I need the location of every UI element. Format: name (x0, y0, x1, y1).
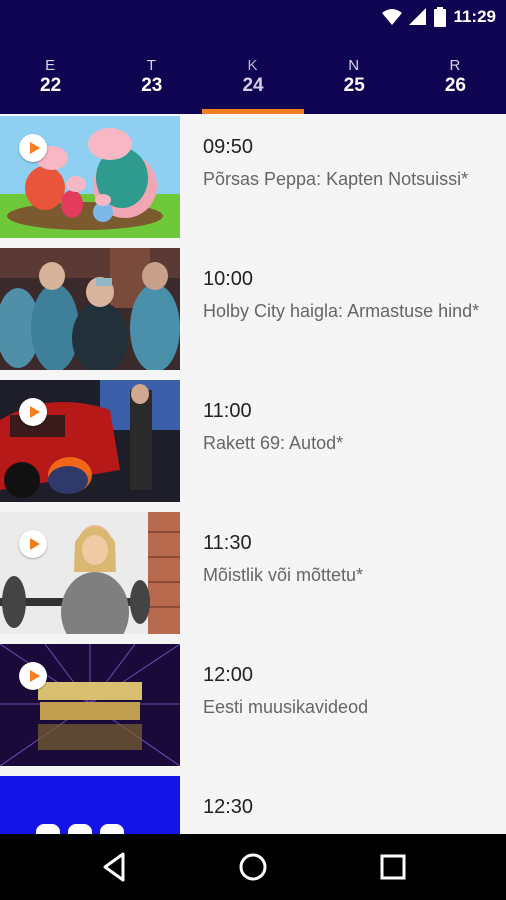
day-letter: N (348, 57, 361, 74)
program-list[interactable]: 09:50 Põrsas Peppa: Kapten Notsuissi* 10… (0, 114, 506, 834)
program-time: 12:00 (203, 664, 254, 686)
signal-icon (409, 8, 427, 25)
day-letter: E (45, 57, 57, 74)
back-icon[interactable] (97, 850, 131, 884)
status-icons: 11:29 (382, 7, 496, 27)
day-number: 22 (40, 75, 62, 96)
day-tab-k-selected[interactable]: K 24 (202, 36, 304, 114)
program-title: Holby City haigla: Armastuse hind* (203, 301, 480, 321)
day-number: 23 (141, 75, 163, 96)
program-title: Rakett 69: Autod* (203, 433, 344, 453)
status-bar: 11:29 (0, 0, 506, 36)
program-time: 11:30 (203, 532, 252, 554)
day-tab-n[interactable]: N 25 (304, 36, 405, 114)
day-letter: T (146, 57, 157, 74)
program-title: Põrsas Peppa: Kapten Notsuissi* (203, 169, 469, 189)
day-tab-e[interactable]: E 22 (0, 36, 101, 114)
program-title: Mõistlik või mõttetu* (203, 565, 364, 585)
day-letter: K (247, 57, 259, 74)
day-letter: R (449, 57, 462, 74)
program-thumbnail[interactable] (0, 512, 180, 634)
program-row[interactable]: 12:30 (0, 774, 506, 834)
program-row[interactable]: 10:00 Holby City haigla: Armastuse hind* (0, 246, 506, 378)
program-row[interactable]: 11:00 Rakett 69: Autod* (0, 378, 506, 510)
day-tab-r[interactable]: R 26 (405, 36, 506, 114)
recents-icon[interactable] (376, 850, 410, 884)
program-title: Eesti muusikavideod (203, 697, 369, 717)
battery-icon (434, 7, 447, 27)
program-thumbnail[interactable] (0, 116, 180, 238)
day-number: 25 (343, 75, 365, 96)
day-selector: E 22 T 23 K 24 N 25 R 26 (0, 36, 506, 114)
program-time: 09:50 (203, 136, 254, 158)
program-thumbnail[interactable] (0, 380, 180, 502)
program-row[interactable]: 11:30 Mõistlik või mõttetu* (0, 510, 506, 642)
program-time: 12:30 (203, 796, 254, 818)
program-thumbnail[interactable] (0, 248, 180, 370)
play-icon[interactable] (19, 398, 47, 426)
navigation-bar (0, 834, 506, 900)
play-icon[interactable] (19, 134, 47, 162)
program-time: 10:00 (203, 268, 254, 290)
status-time: 11:29 (453, 7, 496, 26)
play-icon[interactable] (19, 530, 47, 558)
program-row[interactable]: 09:50 Põrsas Peppa: Kapten Notsuissi* (0, 114, 506, 246)
program-thumbnail[interactable] (0, 644, 180, 766)
wifi-icon (382, 9, 403, 25)
home-icon[interactable] (236, 850, 270, 884)
program-thumbnail[interactable] (0, 776, 180, 834)
program-time: 11:00 (203, 400, 252, 422)
play-icon[interactable] (19, 662, 47, 690)
day-number: 24 (242, 75, 264, 96)
day-number: 26 (444, 75, 466, 96)
day-tab-t[interactable]: T 23 (101, 36, 202, 114)
program-row[interactable]: 12:00 Eesti muusikavideod (0, 642, 506, 774)
